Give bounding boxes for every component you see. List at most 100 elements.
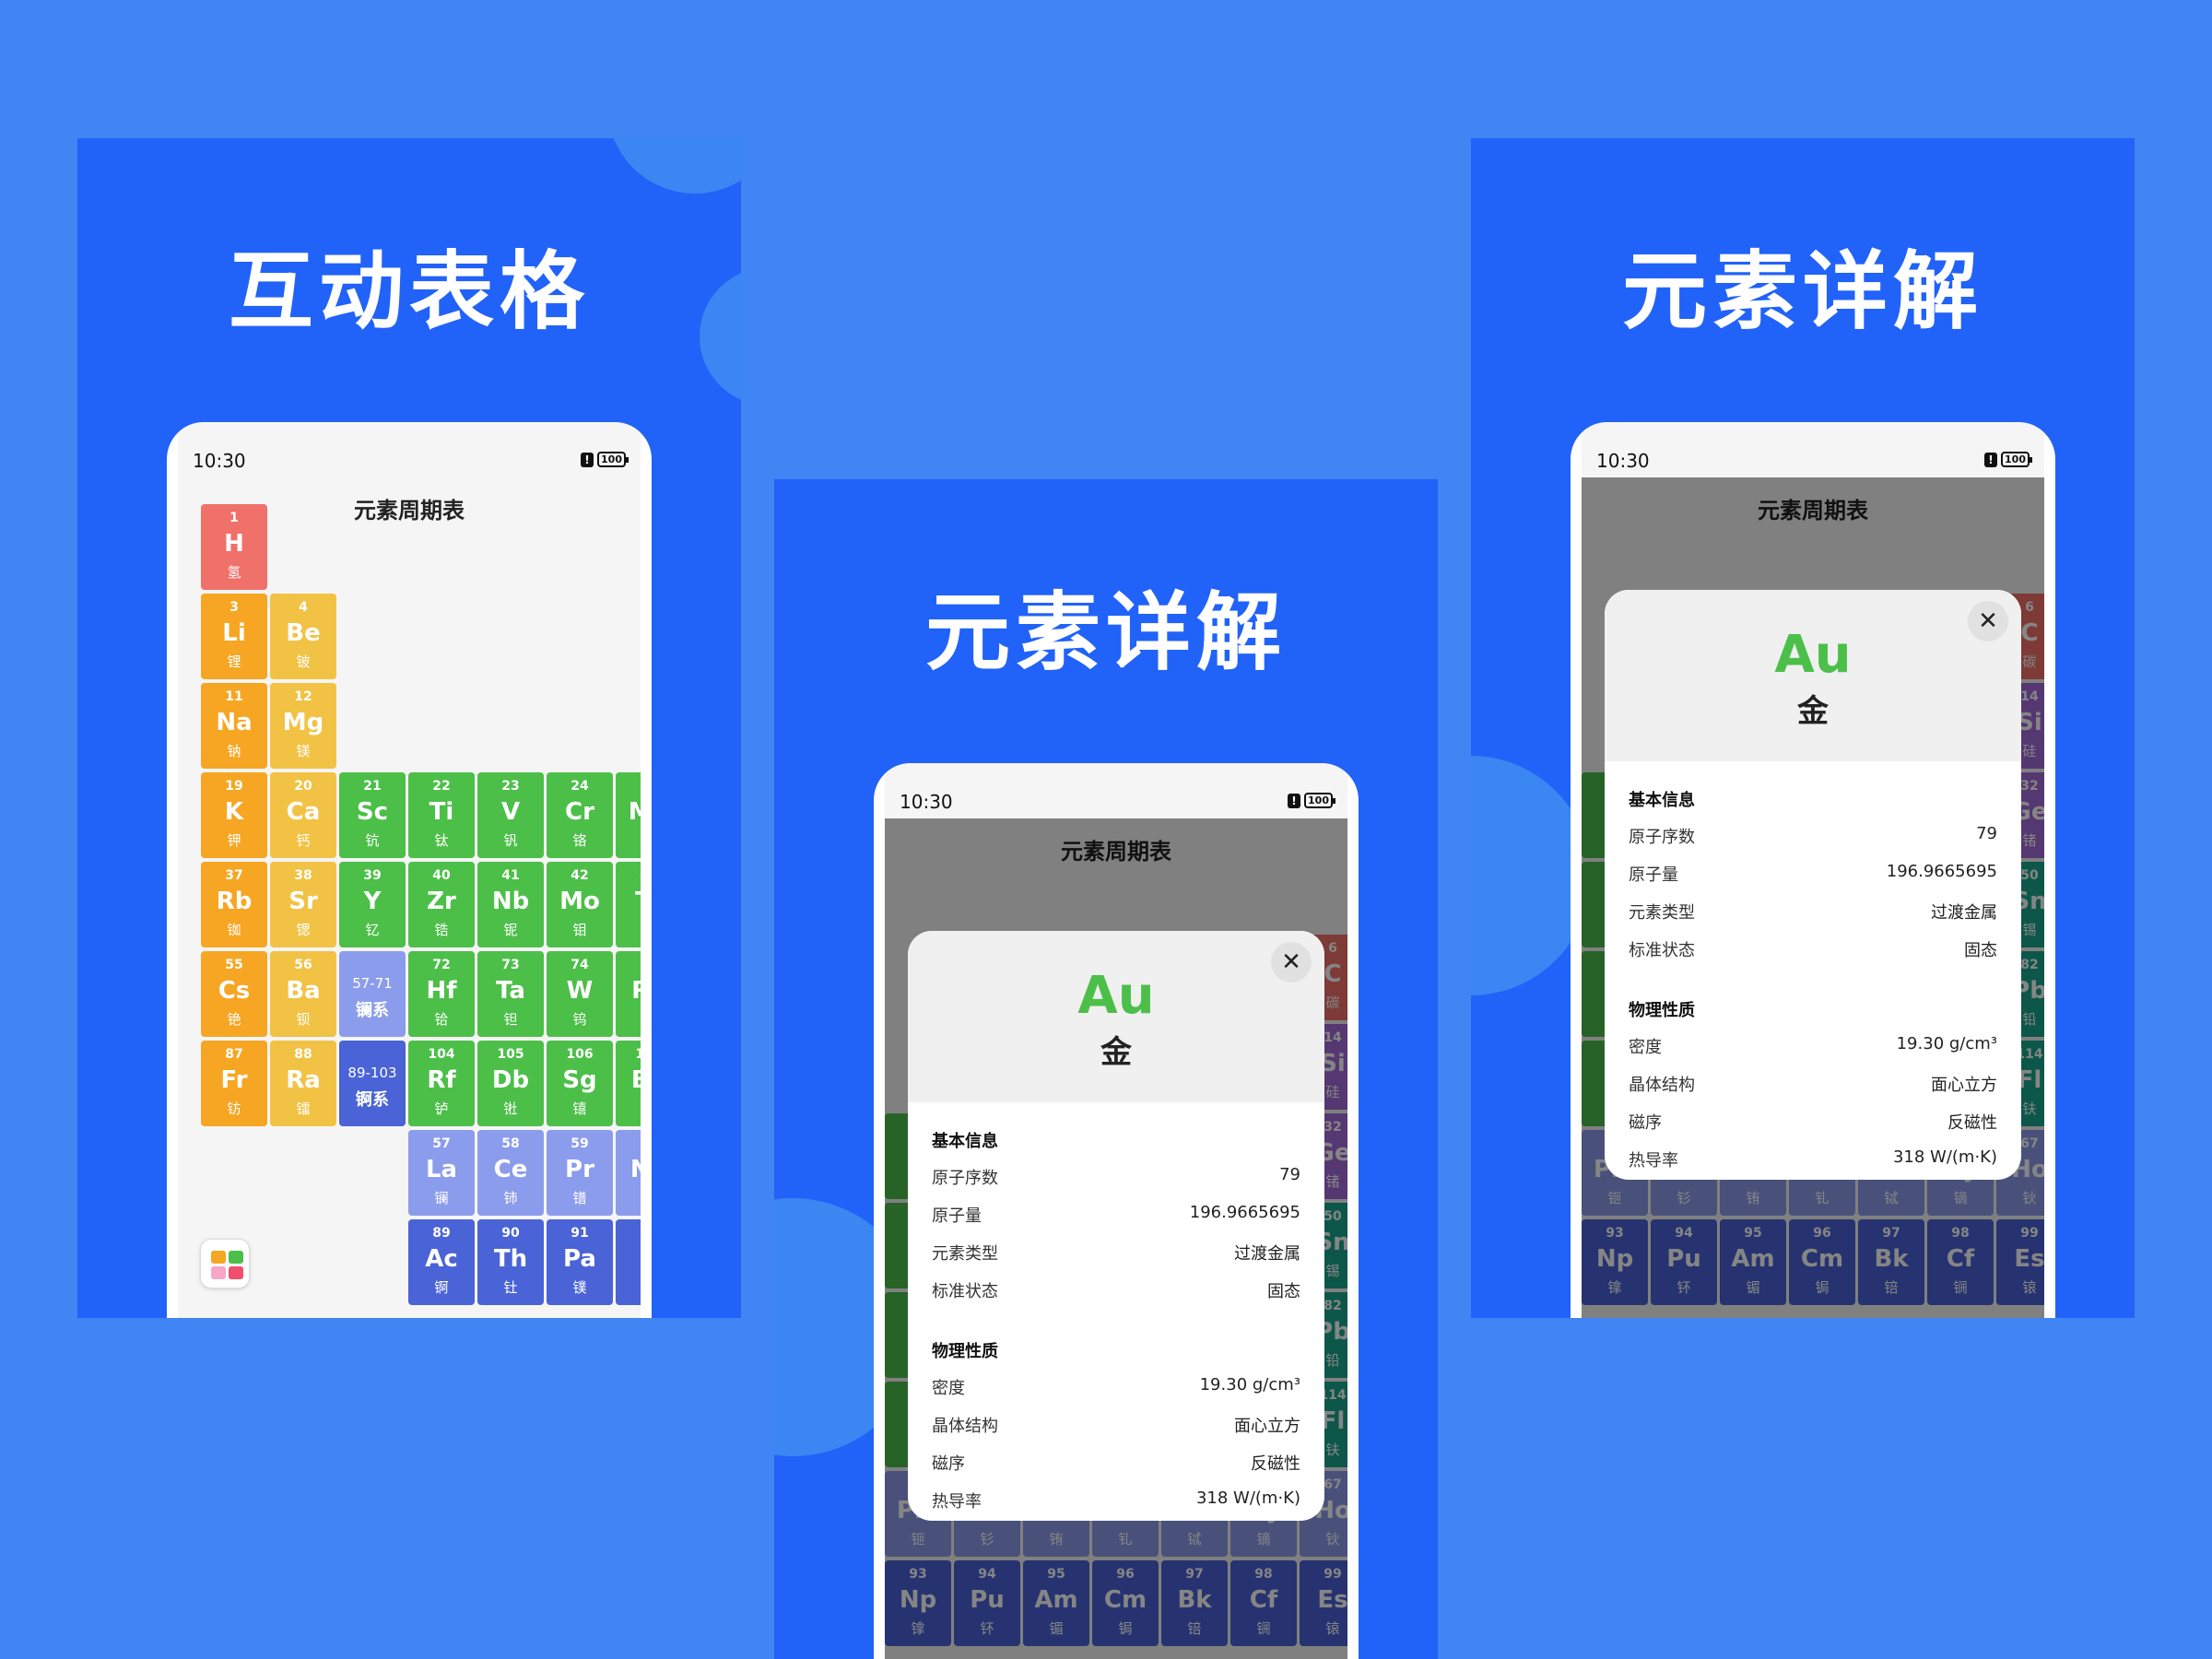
element-cell[interactable]: 89-103 锕系 [339, 1041, 406, 1126]
element-cell[interactable]: 58 Ce 铈 [477, 1130, 544, 1216]
element-cell[interactable]: 105 Db 𬭊 [477, 1041, 544, 1126]
element-number: 105 [497, 1047, 524, 1062]
info-row: 磁序 反磁性 [1629, 1110, 1997, 1137]
info-value: 318 W/(m·K) [1892, 1147, 1997, 1167]
info-value: 79 [1976, 824, 1997, 843]
element-cell[interactable]: 88 Ra 镭 [270, 1041, 336, 1126]
info-row: 晶体结构 面心立方 [1629, 1072, 1997, 1100]
element-symbol: Ca [286, 798, 321, 826]
category-legend-button[interactable] [200, 1239, 250, 1288]
promo-panel-interactive: 互动表格 10:30 ! 100 元素周期表 1 H 氢 3 Li 锂 4 Be 铍 11 Na 钠 1… [77, 138, 741, 1318]
element-cell[interactable]: 107 Bh 𬭛 [616, 1041, 641, 1126]
info-label: 磁序 [1629, 1113, 1662, 1133]
element-symbol: Nd [629, 1156, 641, 1183]
element-cell[interactable]: 89 Ac 锕 [408, 1219, 475, 1305]
element-cell[interactable]: 91 Pa 镤 [547, 1219, 613, 1305]
info-row: 热导率 318 W/(m·K) [932, 1488, 1300, 1516]
element-cell[interactable]: 42 Mo 钼 [547, 862, 613, 947]
info-row: 原子序数 79 [1629, 824, 1997, 852]
element-cell[interactable]: 3 Li 锂 [201, 594, 267, 679]
element-cell[interactable]: 41 Nb 铌 [477, 862, 544, 947]
element-name: 铯 [227, 1011, 241, 1028]
element-name: 镧 [434, 1190, 449, 1206]
element-cell[interactable]: 74 W 钨 [547, 951, 613, 1037]
element-symbol: Hf [426, 977, 457, 1005]
status-bar: 10:30 ! 100 [1596, 450, 2032, 477]
element-cell[interactable]: 56 Ba 钡 [270, 951, 336, 1037]
element-symbol: Bh [630, 1066, 641, 1094]
element-cell[interactable]: 90 Th 钍 [477, 1219, 544, 1305]
element-symbol: 锕系 [356, 1090, 389, 1110]
element-number: 57-71 [352, 975, 393, 992]
element-cell[interactable]: 57-71 镧系 [339, 951, 406, 1037]
element-number: 57 [432, 1136, 451, 1151]
element-cell[interactable]: 55 Cs 铯 [201, 951, 267, 1037]
info-row: 热导率 318 W/(m·K) [1629, 1147, 1997, 1175]
element-cell[interactable]: 1 H氢 [201, 504, 267, 590]
element-name: 锂 [227, 653, 241, 670]
element-cell[interactable]: 24 Cr 铬 [547, 772, 613, 858]
element-cell[interactable]: 23 V 钒 [477, 772, 544, 858]
element-cell[interactable]: 57 La 镧 [408, 1130, 475, 1216]
close-icon[interactable]: ✕ [1968, 601, 2008, 641]
element-symbol: Rf [427, 1066, 456, 1094]
element-cell[interactable]: 87 Fr 钫 [201, 1041, 267, 1126]
element-cell[interactable]: 37 Rb 铷 [201, 862, 267, 947]
element-symbol: Tc [616, 888, 641, 915]
element-name: 铈 [503, 1190, 518, 1206]
element-cell[interactable]: 12 Mg 镁 [270, 683, 336, 769]
element-name: 钼 [572, 922, 587, 938]
element-cell[interactable]: 92 U铀 [616, 1219, 641, 1305]
element-cell[interactable]: 73 Ta 钽 [477, 951, 544, 1037]
element-symbol: U [616, 1245, 641, 1273]
element-name: 锰 [616, 830, 641, 850]
element-cell[interactable]: 4 Be 铍 [270, 594, 336, 679]
element-number: 20 [294, 779, 312, 794]
element-symbol: La [425, 1156, 458, 1183]
element-cell[interactable]: 104 Rf 𬬻 [408, 1041, 475, 1126]
element-symbol: Sc [356, 798, 389, 826]
element-name-large: 金 [1797, 693, 1829, 730]
app-screen: 10:30 ! 100 元素周期表 1 H 氢 3 Li 锂 4 Be 铍 11 Na 钠 12 Mg 镁 1… [178, 422, 641, 1318]
element-name: 钙 [296, 832, 311, 849]
element-cell[interactable]: 38 Sr 锶 [270, 862, 336, 947]
element-symbol: Ce [493, 1156, 528, 1183]
element-name: 镭 [296, 1100, 311, 1117]
element-name: 钒 [503, 832, 518, 849]
close-icon[interactable]: ✕ [1271, 942, 1312, 982]
element-cell[interactable]: 21 Sc 钪 [339, 772, 406, 858]
element-symbol: Ac [425, 1245, 458, 1273]
info-row: 元素类型 过渡金属 [1629, 900, 1997, 927]
element-cell[interactable]: 22 Ti 钛 [408, 772, 475, 858]
element-name: 锶 [296, 922, 311, 938]
element-symbol: Li [222, 619, 246, 647]
info-label: 密度 [932, 1379, 965, 1398]
info-label: 元素类型 [932, 1244, 998, 1264]
info-value: 过渡金属 [1234, 1244, 1300, 1264]
element-cell[interactable]: 19 K 钾 [201, 772, 267, 858]
promo-panel-detail: 元素详解 10:30 ! 100 元素周期表 6C碳14Si硅P32Ge锗R50… [774, 479, 1438, 1659]
element-name: 钨 [572, 1011, 587, 1028]
element-cell[interactable]: 106 Sg 𬭳 [547, 1041, 613, 1126]
info-row: 晶体结构 面心立方 [932, 1413, 1300, 1441]
element-cell[interactable]: 20 Ca 钙 [270, 772, 336, 858]
element-cell[interactable]: 60 Nd 钕 [616, 1130, 641, 1216]
element-cell[interactable]: 43 Tc 锝 [616, 862, 641, 947]
element-name: 铬 [572, 832, 587, 849]
element-cell[interactable]: 39 Y 钇 [339, 862, 406, 947]
element-number: 75 [616, 958, 641, 972]
element-name: 铪 [434, 1011, 449, 1028]
element-name: 镤 [572, 1279, 587, 1296]
info-label: 标准状态 [1629, 941, 1695, 960]
element-cell[interactable]: 75 Re 铼 [616, 951, 641, 1037]
element-number: 72 [432, 958, 451, 972]
element-cell[interactable]: 72 Hf 铪 [408, 951, 475, 1037]
element-name-large: 金 [1100, 1034, 1132, 1071]
element-cell[interactable]: 40 Zr 锆 [408, 862, 475, 947]
element-cell[interactable]: 25 Mn 锰 [616, 772, 641, 858]
element-cell[interactable]: 11 Na 钠 [201, 683, 267, 769]
element-name: 锝 [616, 920, 641, 939]
element-name: 钫 [227, 1100, 241, 1117]
element-symbol: Fr [220, 1066, 248, 1094]
element-cell[interactable]: 59 Pr 镨 [547, 1130, 613, 1216]
